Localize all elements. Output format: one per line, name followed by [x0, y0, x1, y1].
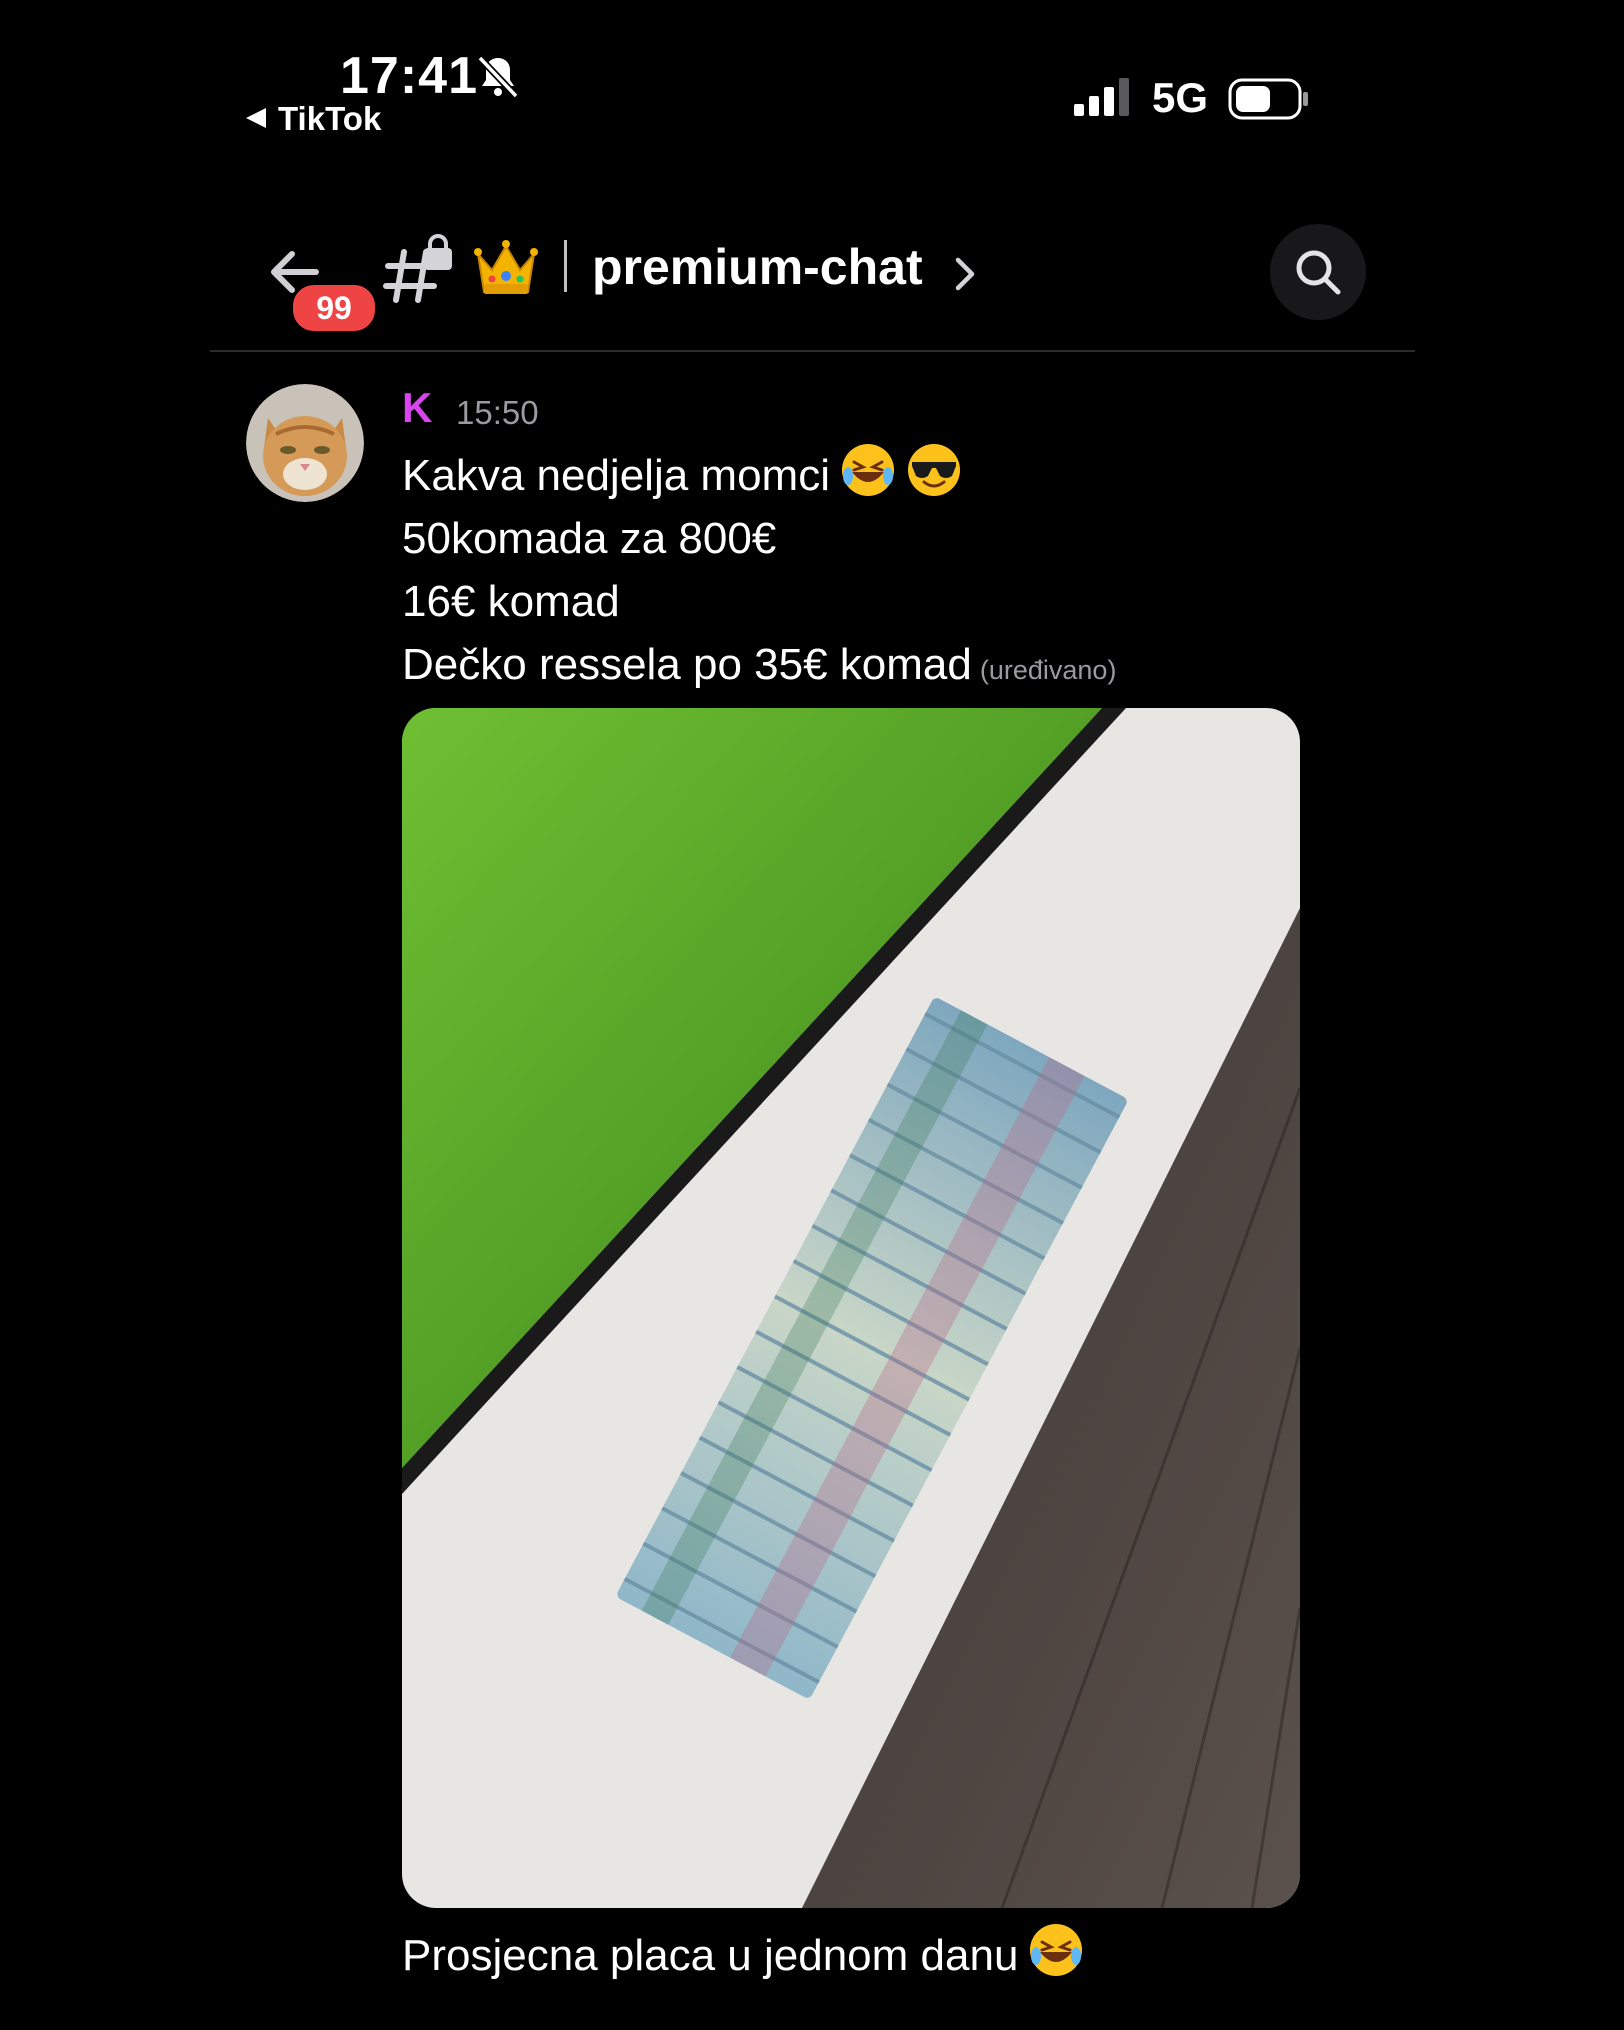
- back-app-label: TikTok: [278, 100, 382, 137]
- status-bar: 17:41 TikTok 5G: [0, 0, 1624, 150]
- chevron-right-icon[interactable]: [950, 254, 980, 294]
- message-line-text: Kakva nedjelja momci: [402, 451, 830, 500]
- laughing-emoji-icon: [841, 444, 894, 496]
- network-type: 5G: [1152, 74, 1209, 121]
- image-caption: Prosjecna placa u jednom danu: [402, 1922, 1084, 1981]
- message-line: 50komada za 800€: [402, 514, 777, 563]
- edited-label: (uređivano): [979, 655, 1117, 685]
- status-time: 17:41: [340, 47, 478, 105]
- locked-hash-icon: [383, 234, 452, 303]
- message-author[interactable]: K: [402, 384, 432, 432]
- avatar[interactable]: [246, 384, 364, 502]
- message-content: Kakva nedjelja momci 50komada za 800€ 16…: [402, 442, 1116, 702]
- message-line: Kakva nedjelja momci: [402, 442, 1116, 507]
- crown-emoji-icon: [474, 240, 538, 294]
- channel-header: 99 premium-chat: [210, 220, 1415, 352]
- image-attachment[interactable]: [402, 708, 1300, 1908]
- unread-badge: 99: [290, 282, 378, 334]
- caption-text: Prosjecna placa u jednom danu: [402, 1931, 1019, 1980]
- message-line: 16€ komad: [402, 577, 620, 626]
- back-to-app-link[interactable]: TikTok: [246, 100, 381, 138]
- bell-off-icon: [477, 55, 519, 99]
- laughing-emoji-icon: [1030, 1924, 1083, 1976]
- message-line: Dečko ressela po 35€ komad (uređivano): [402, 633, 1116, 702]
- header-divider: [564, 240, 567, 292]
- search-icon: [1296, 250, 1341, 295]
- channel-name[interactable]: premium-chat: [592, 238, 923, 296]
- signal-icon: [1074, 78, 1129, 116]
- back-triangle-icon: [246, 108, 266, 129]
- message-timestamp: 15:50: [456, 394, 539, 431]
- battery-icon: [1228, 78, 1308, 120]
- search-button[interactable]: [1270, 224, 1366, 320]
- sunglasses-emoji-icon: [907, 444, 960, 496]
- message-line-text: Dečko ressela po 35€ komad: [402, 640, 972, 689]
